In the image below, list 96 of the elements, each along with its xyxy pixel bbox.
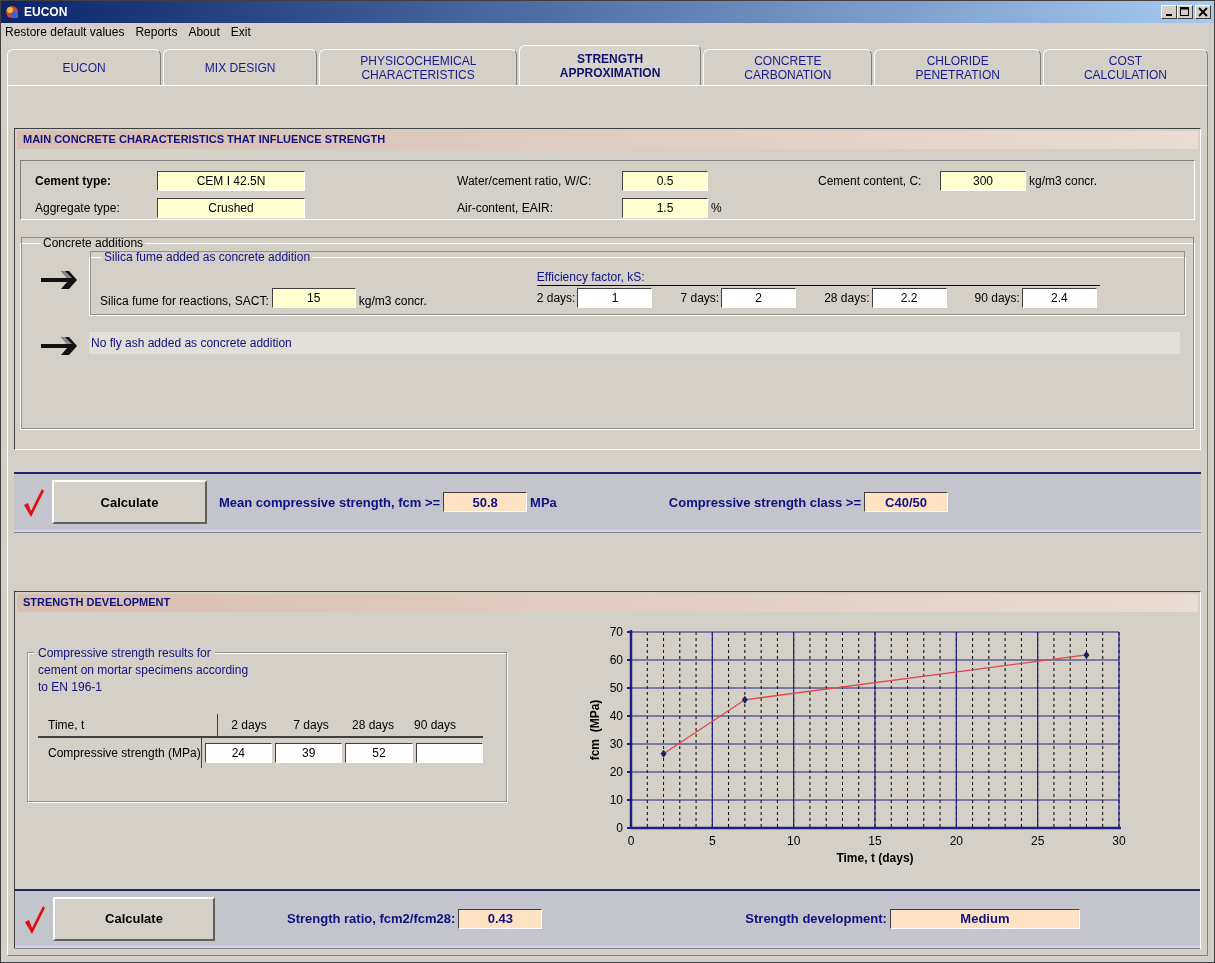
field-label: 28 days: <box>824 291 870 305</box>
axis-tick-label: 25 <box>1031 834 1045 848</box>
menu-item[interactable]: Exit <box>230 25 251 39</box>
check-icon <box>22 487 46 517</box>
menu-item[interactable]: Reports <box>135 25 178 39</box>
window-title: EUCON <box>24 5 68 19</box>
axis-tick-label: 70 <box>609 625 623 639</box>
arrow-icon <box>39 268 79 292</box>
axis-tick-label: 20 <box>609 765 623 779</box>
field-label: 90 days: <box>974 291 1020 305</box>
input-field[interactable]: 2 <box>721 288 797 308</box>
calculate-button[interactable]: Calculate <box>52 480 207 524</box>
maximize-icon <box>1180 7 1190 17</box>
result-field[interactable]: 50.8 <box>443 492 528 512</box>
input-field[interactable] <box>415 743 483 763</box>
result-field[interactable]: Medium <box>889 908 1080 929</box>
field-label: Cement type: <box>35 173 112 188</box>
field-label: Water/cement ratio, W/C: <box>457 173 593 188</box>
column-header: 28 days <box>351 718 395 732</box>
status-message: No fly ash added as concrete addition <box>89 332 1180 354</box>
menu-item[interactable]: Restore default values <box>5 25 125 39</box>
input-field[interactable]: 24 <box>204 743 273 763</box>
axis-tick-label: 15 <box>868 834 882 848</box>
unit-label: % <box>710 200 723 215</box>
column-header: 7 days <box>292 718 330 732</box>
field-label: Air-content, EAIR: <box>457 200 555 215</box>
column-header: 90 days <box>413 718 457 732</box>
axis-tick-label: 10 <box>609 793 623 807</box>
input-field[interactable]: 0.5 <box>622 170 708 191</box>
group-title: Concrete additions <box>42 236 145 250</box>
calculate-button[interactable]: Calculate <box>53 896 215 941</box>
result-field[interactable]: 0.43 <box>458 908 543 929</box>
input-field[interactable]: 15 <box>271 288 356 308</box>
group-title: Compressive strength results for <box>34 645 215 662</box>
input-field[interactable]: 1 <box>577 288 653 308</box>
data-point <box>660 749 667 758</box>
axis-tick-label: 40 <box>609 709 623 723</box>
close-button[interactable] <box>1195 5 1211 19</box>
axis-tick-label: 30 <box>609 737 623 751</box>
group-title: cement on mortar specimens according <box>38 662 249 679</box>
field-label: 7 days: <box>680 291 720 305</box>
unit-label: MPa <box>530 494 557 510</box>
input-field[interactable]: 2.2 <box>871 288 947 308</box>
app-icon <box>4 4 20 20</box>
data-point <box>741 695 748 704</box>
result-label: Strength ratio, fcm2/fcm28: <box>287 911 456 926</box>
cement-type-field[interactable]: CEM I 42.5N <box>157 170 305 191</box>
minimize-icon <box>1166 14 1172 16</box>
input-field[interactable]: 39 <box>275 743 343 763</box>
result-label: Mean compressive strength, fcm >= <box>219 494 441 510</box>
field-label: Silica fume for reactions, SACT: <box>100 294 269 308</box>
maximize-button[interactable] <box>1177 5 1193 19</box>
section-header: STRENGTH DEVELOPMENT <box>17 594 1198 612</box>
column-header: Time, t <box>38 714 218 736</box>
unit-label: kg/m3 concr. <box>1028 173 1099 188</box>
tab[interactable]: STRENGTH APPROXIMATION <box>518 45 702 85</box>
check-icon <box>23 903 47 934</box>
result-label: Compressive strength class >= <box>668 494 862 510</box>
input-field[interactable]: 1.5 <box>622 197 708 218</box>
tab[interactable]: PHYSICOCHEMICAL CHARACTERISTICS <box>319 49 517 85</box>
field-label: Aggregate type: <box>35 200 121 215</box>
x-axis-title: Time, t (days) <box>836 851 914 865</box>
group-title: Silica fume added as concrete addition <box>103 250 312 264</box>
axis-tick-label: 10 <box>787 834 801 848</box>
data-point <box>1083 650 1090 659</box>
result-label: Strength development: <box>745 911 887 926</box>
group-title: to EN 196-1 <box>38 679 103 696</box>
field-label: 2 days: <box>536 291 576 305</box>
column-header: 2 days <box>230 718 268 732</box>
axis-tick-label: 60 <box>609 653 623 667</box>
axis-tick-label: 0 <box>627 834 635 848</box>
axis-tick-label: 50 <box>609 681 623 695</box>
axis-tick-label: 0 <box>616 821 623 835</box>
tab[interactable]: COST CALCULATION <box>1042 49 1208 85</box>
tab[interactable]: EUCON <box>7 49 162 85</box>
result-field[interactable]: C40/50 <box>864 492 949 512</box>
tab[interactable]: CONCRETE CARBONATION <box>703 49 873 85</box>
minimize-button[interactable] <box>1161 5 1177 19</box>
input-field[interactable]: 2.4 <box>1021 288 1097 308</box>
axis-tick-label: 20 <box>949 834 963 848</box>
field-label: Cement content, C: <box>818 173 923 188</box>
axis-tick-label: 5 <box>709 834 716 848</box>
section-header: MAIN CONCRETE CHARACTERISTICS THAT INFLUENCE STRENGTH <box>17 131 1198 149</box>
arrow-icon <box>39 334 79 358</box>
menu-item[interactable]: About <box>188 25 220 39</box>
efficiency-title: Efficiency factor, kS: <box>536 270 1100 286</box>
input-field[interactable]: 52 <box>345 743 413 763</box>
axis-tick-label: 30 <box>1112 834 1126 848</box>
tab[interactable]: CHLORIDE PENETRATION <box>874 49 1041 85</box>
input-field[interactable]: 300 <box>940 170 1026 191</box>
row-label: Compressive strength (MPa) <box>38 738 202 768</box>
close-icon <box>1198 7 1208 17</box>
unit-label: kg/m3 concr. <box>358 294 427 308</box>
tab[interactable]: MIX DESIGN <box>163 49 318 85</box>
y-axis-title: fcm (MPa) <box>588 699 602 761</box>
aggregate-type-field[interactable]: Crushed <box>157 197 305 218</box>
